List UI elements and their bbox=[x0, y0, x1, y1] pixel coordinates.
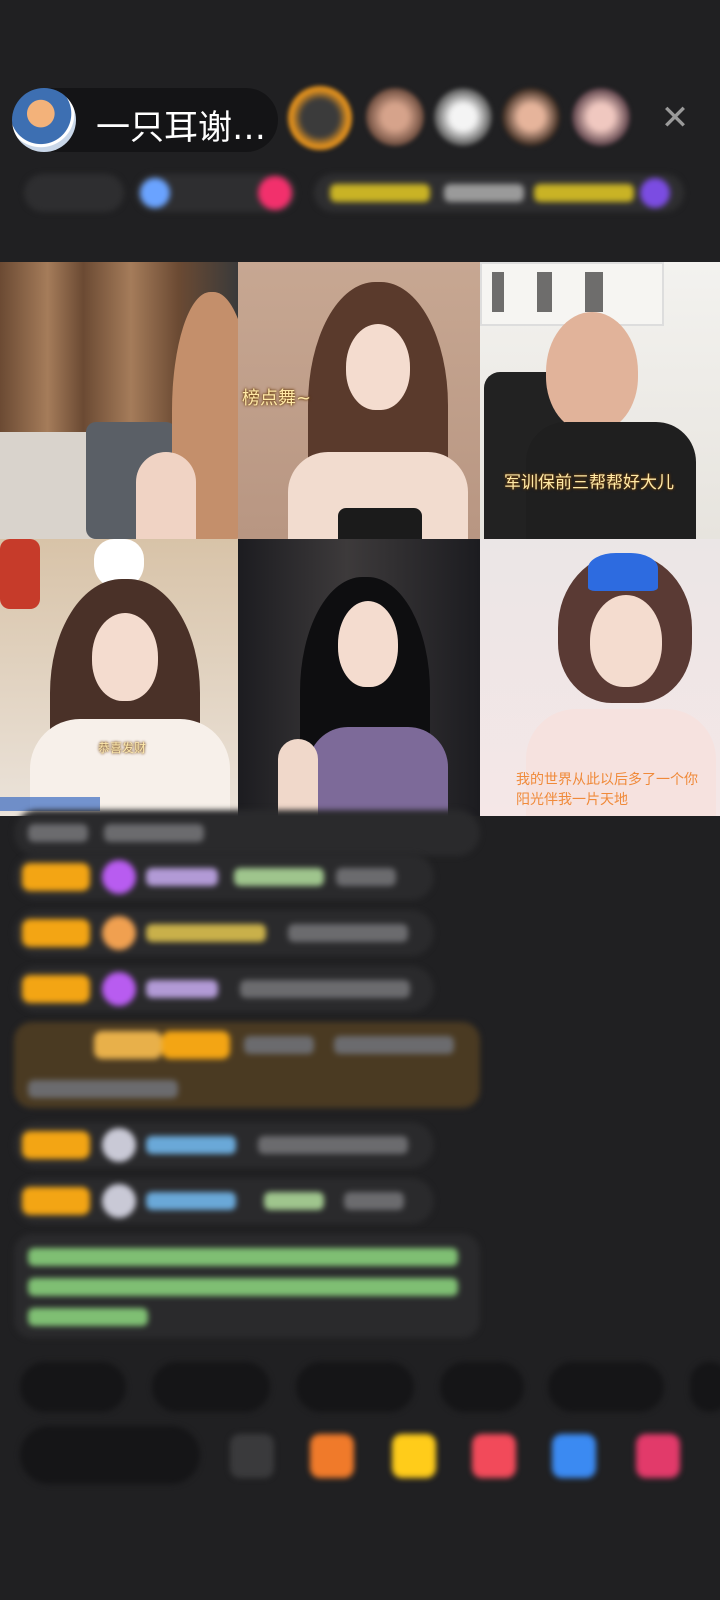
chat-message[interactable] bbox=[14, 910, 434, 956]
bottom-toolbar bbox=[0, 1424, 720, 1488]
chat-message[interactable] bbox=[14, 810, 480, 856]
tile-caption: 我的世界从此以后多了一个你 bbox=[516, 772, 698, 788]
quick-reply-bar bbox=[0, 1362, 720, 1420]
stream-tile[interactable] bbox=[238, 539, 480, 816]
stream-tile[interactable]: 军训保前三帮帮好大儿 bbox=[480, 262, 720, 539]
stream-tile[interactable]: 我的世界从此以后多了一个你 阳光伴我一片天地 bbox=[480, 539, 720, 816]
quick-reply-chip[interactable] bbox=[690, 1362, 720, 1412]
stream-grid: 榜点舞~ 军训保前三帮帮好大儿 恭喜发财 我的世界从此以后多了一个你 阳光伴我一… bbox=[0, 262, 720, 816]
game-icon[interactable] bbox=[552, 1434, 596, 1478]
room-info-bar bbox=[0, 168, 720, 218]
stream-tile[interactable]: 榜点舞~ bbox=[238, 262, 480, 539]
quick-reply-chip[interactable] bbox=[548, 1362, 664, 1412]
chat-message[interactable] bbox=[14, 1122, 434, 1168]
room-tag[interactable] bbox=[24, 174, 124, 212]
tile-overlay-text: 恭喜发财 bbox=[98, 741, 147, 755]
chat-message[interactable] bbox=[14, 1022, 480, 1108]
gift-icon[interactable] bbox=[392, 1434, 436, 1478]
host-avatar[interactable] bbox=[12, 88, 76, 152]
emoji-icon[interactable] bbox=[230, 1434, 274, 1478]
chat-message[interactable] bbox=[14, 1178, 434, 1224]
more-gift-icon[interactable] bbox=[636, 1434, 680, 1478]
host-name: 一只耳谢… bbox=[96, 108, 266, 148]
system-notice bbox=[14, 1234, 480, 1338]
viewer-avatar[interactable] bbox=[366, 88, 424, 146]
quick-reply-chip[interactable] bbox=[296, 1362, 414, 1412]
stream-tile[interactable] bbox=[0, 262, 238, 539]
host-info-pill[interactable]: 一只耳谢… bbox=[12, 88, 278, 152]
heart-gift-icon[interactable] bbox=[472, 1434, 516, 1478]
viewer-avatar[interactable] bbox=[572, 88, 630, 146]
activity-banner[interactable] bbox=[314, 174, 684, 212]
room-header: 一只耳谢… ✕ bbox=[0, 84, 720, 164]
tile-caption: 榜点舞~ bbox=[242, 388, 312, 409]
quick-reply-chip[interactable] bbox=[152, 1362, 270, 1412]
quick-reply-chip[interactable] bbox=[440, 1362, 524, 1412]
quick-reply-chip[interactable] bbox=[20, 1362, 126, 1412]
chat-message[interactable] bbox=[14, 966, 434, 1012]
room-tag[interactable] bbox=[136, 174, 296, 212]
gift-box-icon[interactable] bbox=[310, 1434, 354, 1478]
close-icon[interactable]: ✕ bbox=[655, 98, 695, 138]
stream-tile[interactable]: 恭喜发财 bbox=[0, 539, 238, 816]
comment-input[interactable] bbox=[20, 1426, 200, 1484]
viewer-avatar[interactable] bbox=[434, 88, 492, 146]
tile-caption: 军训保前三帮帮好大儿 bbox=[504, 473, 674, 493]
viewer-avatar[interactable] bbox=[502, 88, 560, 146]
viewer-avatar[interactable] bbox=[288, 86, 352, 150]
tile-caption: 阳光伴我一片天地 bbox=[516, 792, 628, 808]
chat-message[interactable] bbox=[14, 854, 434, 900]
